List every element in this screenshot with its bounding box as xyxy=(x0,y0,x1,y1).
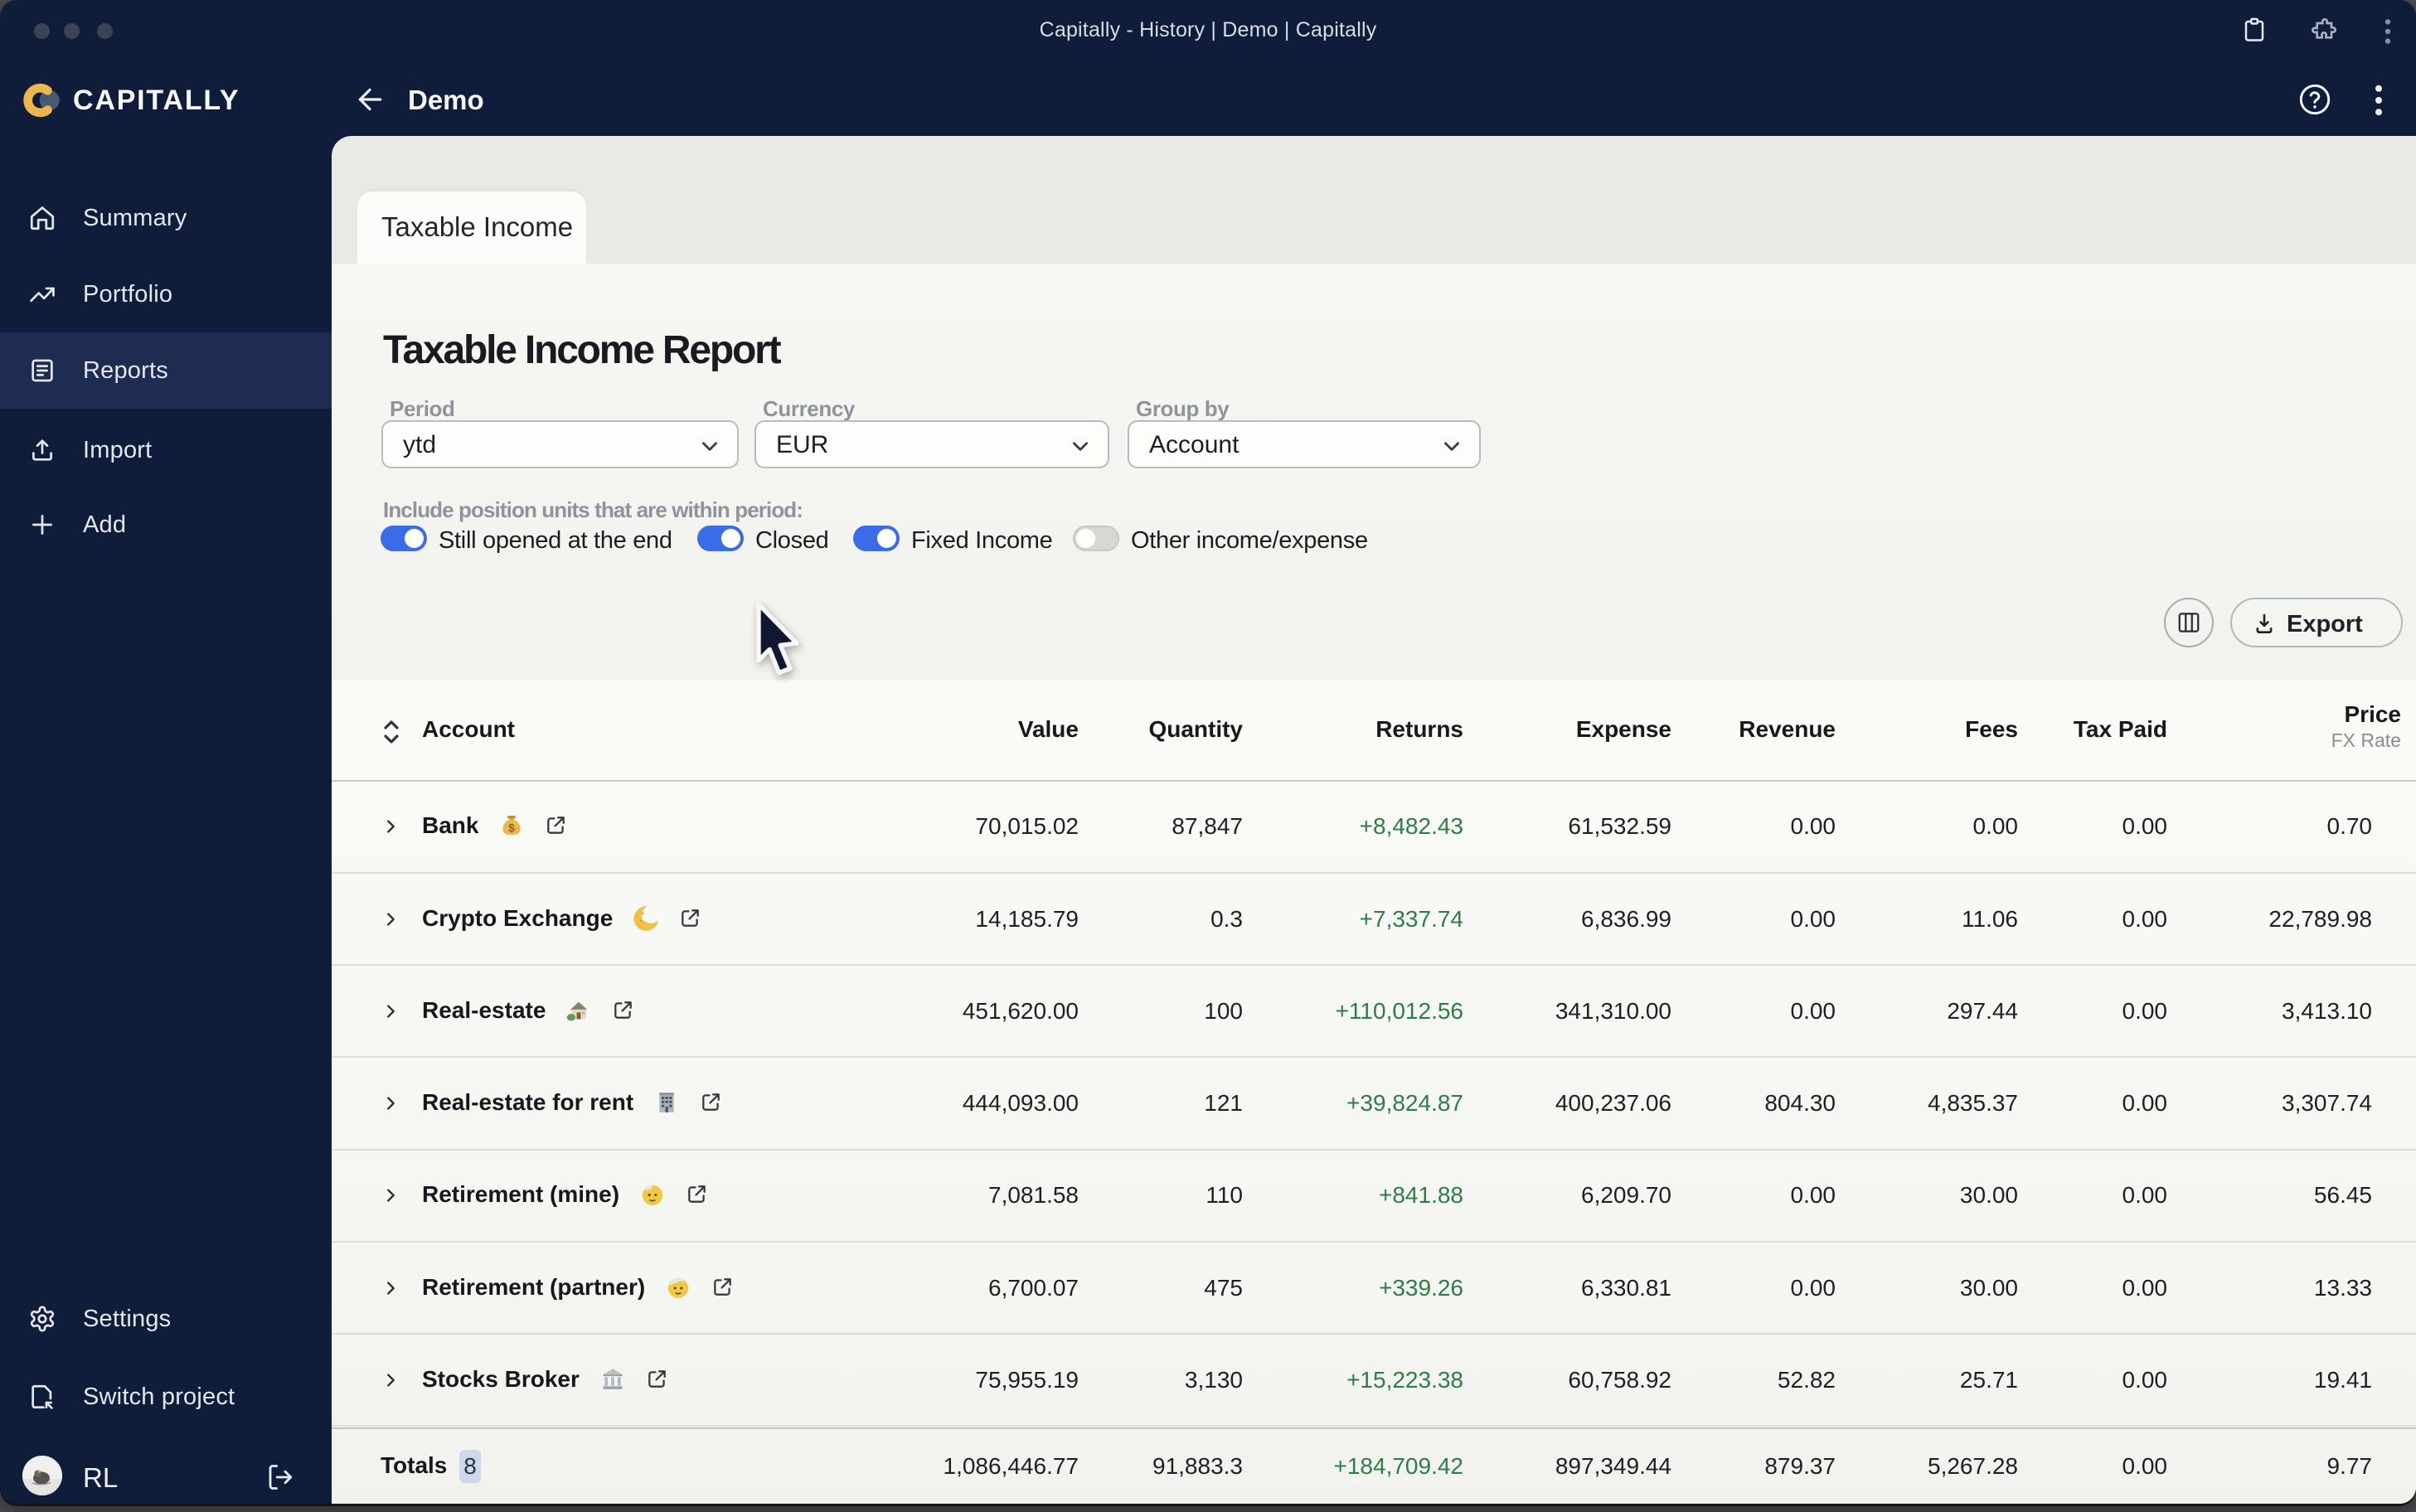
svg-text:$: $ xyxy=(509,822,516,835)
